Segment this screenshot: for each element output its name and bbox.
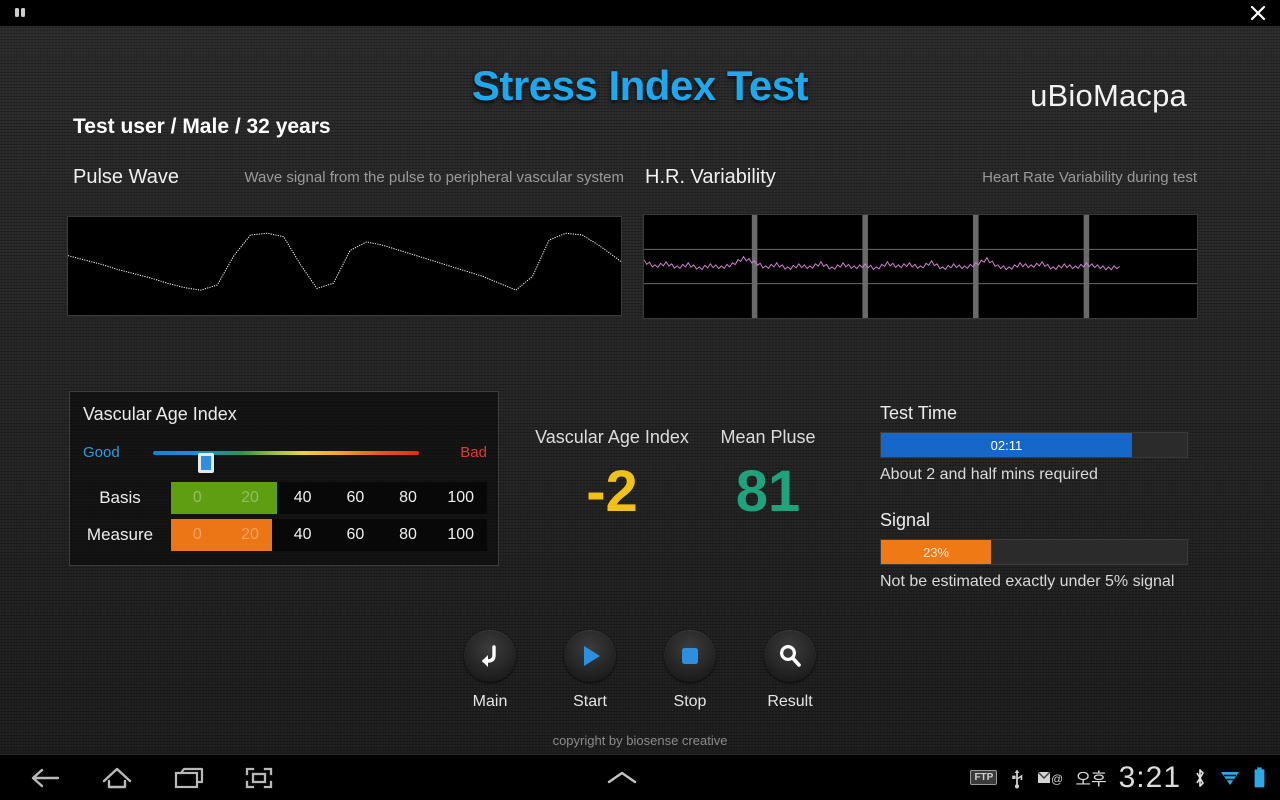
play-icon [584, 646, 600, 666]
people-icon [15, 8, 25, 17]
scale-cell: 40 [293, 489, 312, 506]
scale-cell: 60 [346, 489, 365, 506]
scale-cell: 60 [346, 526, 365, 543]
top-app-icon-group [12, 6, 28, 20]
readout-mean-pulse: Mean Pluse 81 [688, 427, 848, 523]
test-time-progress: 02:11 [880, 432, 1188, 458]
readout-caption: Vascular Age Index [535, 427, 689, 447]
usb-icon [1012, 769, 1023, 788]
mail-at-icon: @ [1037, 771, 1063, 786]
pulse-wave-title: Pulse Wave [73, 166, 179, 188]
test-time-value: 02:11 [990, 437, 1023, 453]
row-label-measure: Measure [86, 525, 154, 544]
vascular-slider[interactable]: Good Bad [83, 440, 487, 473]
start-button[interactable]: Start [554, 630, 626, 711]
chevron-up-icon[interactable] [604, 767, 640, 789]
app-canvas: Stress Index Test uBioMacpa Test user / … [0, 26, 1280, 754]
ftp-indicator: FTP [970, 770, 998, 785]
test-time-note: About 2 and half mins required [880, 466, 1098, 483]
hrv-header: H.R. Variability Heart Rate Variability … [645, 166, 1197, 192]
control-button-row: Main Start Stop Result [0, 630, 1280, 711]
scale-cell: 80 [399, 489, 417, 506]
hrv-chart [643, 214, 1198, 319]
scale-cell: 100 [447, 489, 475, 506]
nav-buttons [0, 765, 274, 791]
scale-cell: 0 [192, 489, 202, 506]
stop-button-circle[interactable] [664, 630, 716, 682]
test-time-fill: 02:11 [881, 433, 1132, 457]
start-button-circle[interactable] [564, 630, 616, 682]
clock-ampm: 오후 [1075, 770, 1107, 789]
row-label-basis: Basis [99, 488, 141, 507]
signal-note: Not be estimated exactly under 5% signal [880, 573, 1175, 590]
copyright-text: copyright by biosense creative [552, 733, 728, 748]
screenshot-icon[interactable] [244, 765, 274, 791]
signal-progress: 23% [880, 539, 1188, 565]
brand-logo: uBioMacpa [1030, 78, 1187, 113]
signal-label: Signal [880, 510, 931, 530]
scale-cell: 0 [192, 526, 202, 543]
slider-track[interactable] [153, 451, 419, 473]
measure-scale: 0 20 40 60 80 100 [171, 519, 487, 551]
recent-apps-icon[interactable] [172, 765, 206, 791]
pulse-wave-chart [67, 216, 622, 316]
signal-value: 23% [923, 544, 950, 560]
scale-cell: 80 [399, 526, 417, 543]
test-time-label: Test Time [880, 403, 958, 423]
main-button[interactable]: Main [454, 630, 526, 711]
wifi-icon [1221, 771, 1239, 785]
system-tray[interactable]: FTP @ 오후 3:21 [970, 761, 1280, 795]
slider-label-bad: Bad [460, 444, 487, 461]
status-panel: Test Time 02:11 About 2 and half mins re… [880, 403, 1190, 591]
signal-block: Signal 23% Not be estimated exactly unde… [880, 510, 1190, 591]
scale-cell: 100 [447, 526, 475, 543]
pulse-wave-subtitle: Wave signal from the pulse to peripheral… [244, 169, 624, 186]
result-button-circle[interactable] [764, 630, 816, 682]
bluetooth-icon [1196, 768, 1204, 787]
vascular-age-index-panel: Vascular Age Index Good Bad Basis 0 20 40 6… [69, 391, 499, 566]
readout-value: -2 [586, 459, 638, 524]
clock-time: 3:21 [1118, 760, 1181, 794]
battery-icon [1254, 766, 1265, 787]
user-info: Test user / Male / 32 years [73, 115, 331, 138]
result-button-label: Result [767, 693, 813, 710]
readout-value: 81 [735, 459, 801, 524]
stop-button[interactable]: Stop [654, 630, 726, 711]
nav-expand-area [274, 767, 970, 789]
hrv-title: H.R. Variability [645, 166, 776, 188]
scale-cell: 40 [293, 526, 312, 543]
slider-thumb[interactable] [198, 453, 215, 473]
android-nav-bar: FTP @ 오후 3:21 [0, 754, 1280, 800]
svg-text:@: @ [1051, 772, 1063, 786]
readout-vascular-age-index: Vascular Age Index -2 [512, 427, 712, 523]
scale-cell: 20 [241, 489, 259, 506]
close-icon[interactable] [1248, 3, 1268, 23]
result-button[interactable]: Result [754, 630, 826, 711]
main-button-circle[interactable] [464, 630, 516, 682]
slider-label-good: Good [83, 444, 120, 461]
home-icon[interactable] [100, 765, 134, 791]
signal-fill: 23% [881, 540, 992, 564]
back-icon[interactable] [28, 765, 62, 791]
start-button-label: Start [573, 693, 607, 710]
readout-caption: Mean Pluse [720, 427, 816, 447]
vascular-panel-title: Vascular Age Index [83, 404, 237, 424]
back-arrow-icon [482, 645, 496, 667]
pulse-wave-header: Pulse Wave Wave signal from the pulse to… [73, 166, 624, 192]
stop-button-label: Stop [673, 693, 707, 710]
stop-square-icon [682, 648, 698, 664]
main-button-label: Main [472, 693, 508, 710]
scale-cell: 20 [241, 526, 259, 543]
hrv-subtitle: Heart Rate Variability during test [982, 169, 1197, 186]
test-time-block: Test Time 02:11 About 2 and half mins re… [880, 403, 1190, 484]
android-top-status-bar [0, 0, 1280, 26]
basis-scale: 0 20 40 60 80 100 [171, 482, 487, 514]
magnifier-icon [779, 644, 801, 667]
